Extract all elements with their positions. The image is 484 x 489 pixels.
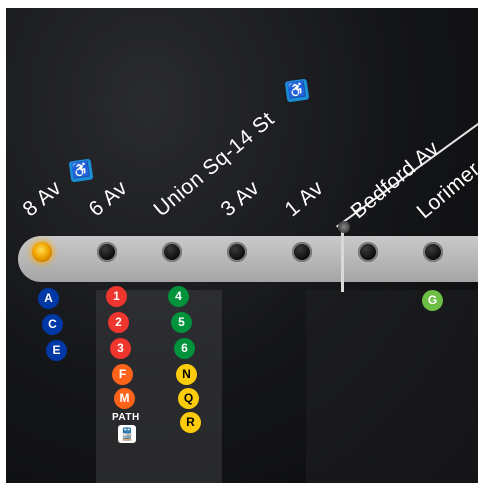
train-icon: 🚆 (118, 425, 136, 443)
station-label-3av: 3 Av (216, 176, 264, 222)
route-bullet-2: 2 (108, 312, 129, 333)
station-light-8av (32, 242, 52, 262)
route-bullet-c: C (42, 314, 63, 335)
route-bullet-n: N (176, 364, 197, 385)
route-bullet-1: 1 (106, 286, 127, 307)
route-bullet-4: 4 (168, 286, 189, 307)
station-light-1av (292, 242, 312, 262)
route-bullet-5: 5 (171, 312, 192, 333)
station-label-6av: 6 Av (84, 176, 132, 222)
station-label-union-sq: Union Sq-14 St (149, 107, 279, 222)
route-bullet-f: F (112, 364, 133, 385)
route-bullet-e: E (46, 340, 67, 361)
route-bullet-r: R (180, 412, 201, 433)
station-light-lorimer (423, 242, 443, 262)
station-light-union-sq (162, 242, 182, 262)
route-bullet-g: G (422, 290, 443, 311)
station-light-3av (227, 242, 247, 262)
wheelchair-icon: ♿ (68, 158, 94, 183)
station-light-6av (97, 242, 117, 262)
route-bullet-6: 6 (174, 338, 195, 359)
route-bullet-m: M (114, 388, 135, 409)
wheelchair-icon: ♿ (284, 78, 310, 103)
route-bullet-q: Q (178, 388, 199, 409)
route-bullet-a: A (38, 288, 59, 309)
route-bullet-3: 3 (110, 338, 131, 359)
station-label-8av: 8 Av (18, 176, 66, 222)
path-label: PATH (112, 412, 140, 423)
station-light-bedford-av (358, 242, 378, 262)
station-label-1av: 1 Av (280, 176, 328, 222)
